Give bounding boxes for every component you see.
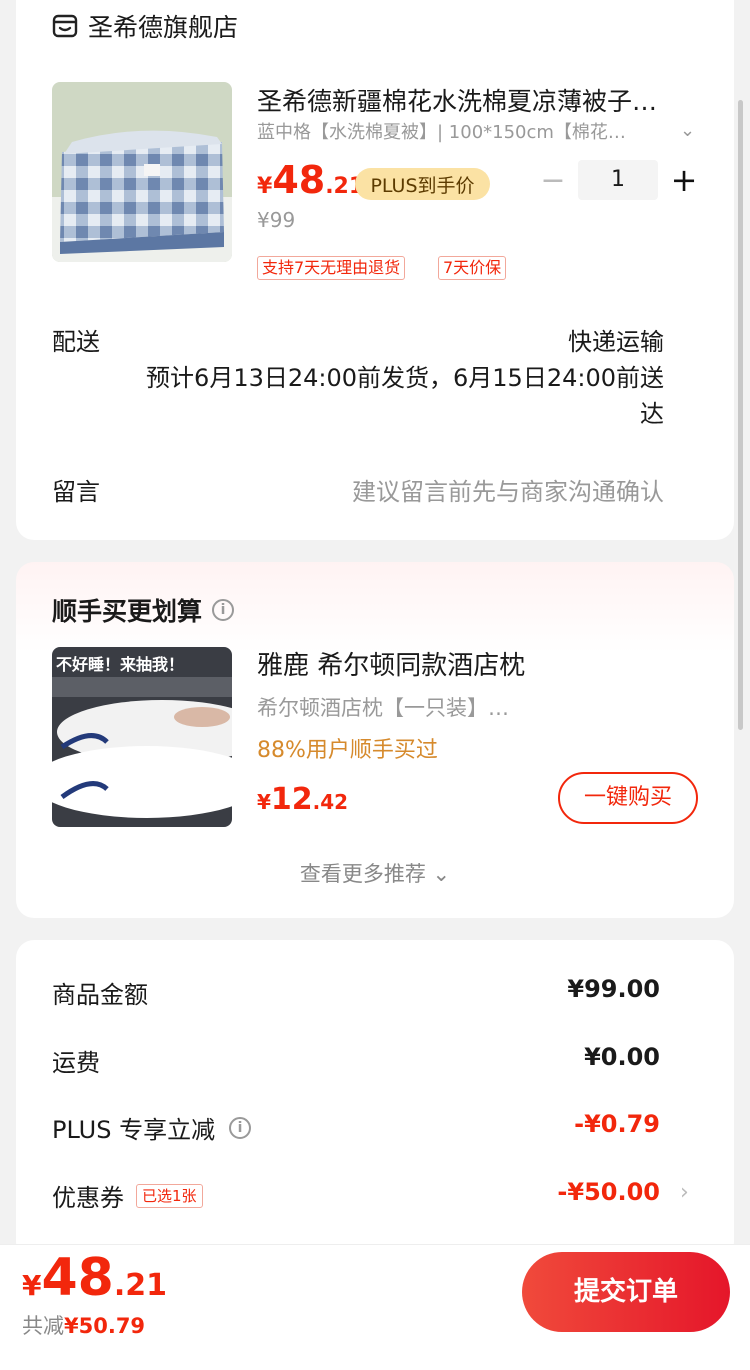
rec-price-int: 12 xyxy=(270,782,313,817)
goods-amount-label: 商品金额 xyxy=(52,981,148,1009)
saved-label: 共减 xyxy=(22,1314,64,1338)
recommend-title: 顺手买更划算 i xyxy=(52,592,235,628)
product-price: ¥ 48 .21 xyxy=(257,158,364,202)
recommend-image[interactable]: 不好睡！来抽我！ xyxy=(52,647,232,827)
store-icon xyxy=(52,14,78,38)
total-int: 48 xyxy=(41,1248,114,1308)
plus-discount-value: -¥0.79 xyxy=(574,1110,660,1138)
recommend-image-overlay: 不好睡！来抽我！ xyxy=(56,655,185,674)
original-price: ¥99 xyxy=(257,208,296,232)
total-price: ¥ 48 .21 xyxy=(22,1248,167,1308)
more-recommend-label: 查看更多推荐 xyxy=(299,862,426,886)
return-policy-tag: 支持7天无理由退货 xyxy=(257,256,406,280)
rec-price-yen: ¥ xyxy=(257,790,271,814)
info-icon[interactable]: i xyxy=(229,1116,252,1139)
quantity-decrease-button[interactable]: − xyxy=(538,164,568,198)
more-recommend-link[interactable]: 查看更多推荐 ⌄ xyxy=(0,858,750,888)
chevron-down-icon[interactable]: ⌄ xyxy=(680,120,695,141)
submit-order-button[interactable]: 提交订单 xyxy=(522,1252,730,1332)
plus-discount-row: PLUS 专享立减 i xyxy=(52,1110,252,1145)
total-dec: .21 xyxy=(113,1268,168,1303)
quantity-input[interactable]: 1 xyxy=(578,160,658,200)
delivery-method[interactable]: 快递运输 xyxy=(568,322,664,357)
recommend-price: ¥ 12 .42 xyxy=(257,782,348,817)
freight-label: 运费 xyxy=(52,1049,100,1077)
product-spec[interactable]: 蓝中格【水洗棉夏被】| 100*150cm【棉花… xyxy=(257,118,657,144)
total-yen: ¥ xyxy=(22,1269,42,1302)
coupon-selected-tag: 已选1张 xyxy=(136,1183,203,1208)
store-header[interactable]: 圣希德旗舰店 xyxy=(52,10,238,42)
saved-value: ¥50.79 xyxy=(64,1314,146,1338)
info-icon[interactable]: i xyxy=(212,599,235,621)
coupon-row[interactable]: 优惠券 已选1张 xyxy=(52,1178,203,1213)
chevron-right-icon[interactable]: › xyxy=(680,1180,689,1205)
quantity-increase-button[interactable]: + xyxy=(668,160,700,200)
price-yen: ¥ xyxy=(257,174,273,199)
total-saved: 共减¥50.79 xyxy=(22,1310,145,1340)
recommend-name[interactable]: 雅鹿 希尔顿同款酒店枕 xyxy=(257,645,525,682)
product-image[interactable] xyxy=(52,82,232,262)
freight-value: ¥0.00 xyxy=(584,1043,660,1071)
message-label: 留言 xyxy=(52,478,100,506)
price-int: 48 xyxy=(272,158,326,202)
recommend-title-text: 顺手买更划算 xyxy=(52,597,203,626)
plus-discount-label: PLUS 专享立减 xyxy=(52,1116,216,1144)
recommend-spec[interactable]: 希尔顿酒店枕【一只装】… xyxy=(257,692,509,722)
scrollbar[interactable] xyxy=(738,100,743,730)
coupon-value[interactable]: -¥50.00 xyxy=(557,1178,660,1206)
product-title[interactable]: 圣希德新疆棉花水洗棉夏凉薄被子… xyxy=(257,82,687,118)
delivery-eta: 预计6月13日24:00前发货，6月15日24:00前送达 xyxy=(146,364,664,428)
chevron-down-icon: ⌄ xyxy=(432,862,451,886)
plus-price-badge: PLUS到手价 xyxy=(355,168,490,200)
message-input[interactable]: 建议留言前先与商家沟通确认 xyxy=(352,472,664,507)
delivery-label: 配送 xyxy=(52,328,100,356)
rec-price-dec: .42 xyxy=(312,790,349,814)
store-name: 圣希德旗舰店 xyxy=(88,13,239,42)
one-click-buy-button[interactable]: 一键购买 xyxy=(558,772,698,824)
coupon-label: 优惠券 xyxy=(52,1184,124,1212)
goods-amount-value: ¥99.00 xyxy=(567,975,660,1003)
price-protect-tag: 7天价保 xyxy=(438,256,507,280)
recommend-percent: 88%用户顺手买过 xyxy=(257,738,438,763)
